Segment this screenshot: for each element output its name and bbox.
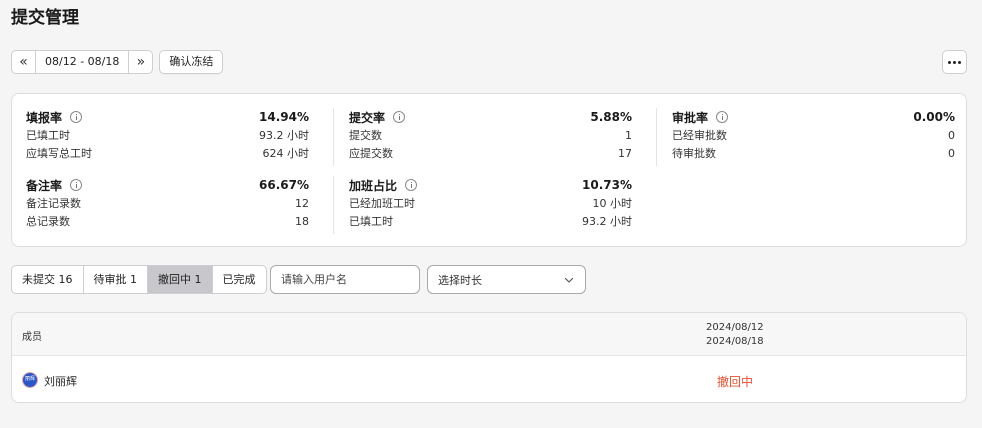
date-navigator: « 08/12 - 08/18 » [11, 50, 154, 74]
toolbar: « 08/12 - 08/18 » 确认冻结 [11, 50, 224, 74]
table-row[interactable]: 丽辉 刘丽辉 撤回中 [12, 356, 966, 402]
member-name: 刘丽辉 [44, 375, 77, 388]
username-search-input[interactable] [270, 265, 420, 294]
info-icon[interactable] [716, 111, 729, 123]
submission-table: 成员 2024/08/12 2024/08/18 丽辉 刘丽辉 撤回中 [11, 312, 967, 403]
duration-select[interactable]: 选择时长 [427, 265, 586, 294]
chevron-down-icon [564, 277, 574, 283]
stat-row-label: 待审批数 [672, 147, 716, 160]
stat-row-label: 已经加班工时 [349, 197, 415, 210]
more-options-button[interactable] [942, 50, 967, 74]
prev-week-icon[interactable]: « [12, 51, 36, 73]
stat-remark-rate: 备注率 66.67% 备注记录数 12 总记录数 18 [26, 176, 309, 230]
tab-withdrawing[interactable]: 撤回中 1 [148, 266, 213, 293]
info-icon[interactable] [70, 111, 83, 123]
stat-row-label: 已填工时 [26, 129, 70, 142]
page-title: 提交管理 [11, 8, 79, 28]
stats-card: 填报率 14.94% 已填工时 93.2 小时 应填写总工时 624 小时 提交率 … [11, 93, 967, 247]
stat-row-value: 0 [948, 146, 955, 160]
stat-row-label: 总记录数 [26, 215, 70, 228]
more-horizontal-icon [948, 60, 951, 64]
avatar: 丽辉 [22, 372, 38, 388]
confirm-freeze-button[interactable]: 确认冻结 [159, 50, 224, 74]
tab-completed[interactable]: 已完成 [213, 266, 266, 293]
stat-row-value: 12 [295, 196, 309, 210]
stat-row-label: 已经审批数 [672, 129, 727, 142]
stat-row-value: 17 [618, 146, 632, 160]
stat-value: 5.88% [590, 110, 632, 124]
stat-name: 提交率 [349, 110, 386, 125]
stat-row-label: 提交数 [349, 129, 382, 142]
stat-name: 加班占比 [349, 178, 398, 193]
column-header-member: 成员 [22, 332, 42, 343]
stat-value: 66.67% [259, 178, 309, 192]
table-header: 成员 2024/08/12 2024/08/18 [12, 313, 966, 356]
column-header-week: 2024/08/12 2024/08/18 [706, 321, 764, 349]
stat-row-value: 10 小时 [592, 197, 633, 210]
info-icon[interactable] [393, 111, 406, 123]
stat-row-value: 624 小时 [262, 147, 310, 160]
stat-name: 审批率 [672, 110, 709, 125]
stat-value: 14.94% [259, 110, 309, 124]
duration-select-placeholder: 选择时长 [438, 273, 482, 287]
tab-unsubmitted[interactable]: 未提交 16 [12, 266, 84, 293]
divider [333, 108, 334, 166]
stat-value: 10.73% [582, 178, 632, 192]
stat-approve-rate: 审批率 0.00% 已经审批数 0 待审批数 0 [672, 108, 955, 162]
stat-row-label: 应提交数 [349, 147, 393, 160]
status-filter-tabs: 未提交 16 待审批 1 撤回中 1 已完成 [11, 265, 267, 294]
divider [333, 176, 334, 234]
info-icon[interactable] [405, 179, 418, 191]
column-header-date-end: 2024/08/18 [706, 336, 764, 347]
stat-name: 填报率 [26, 110, 63, 125]
info-icon[interactable] [70, 179, 83, 191]
stat-row-value: 0 [948, 128, 955, 142]
stat-row-value: 93.2 小时 [259, 129, 309, 142]
tab-pending-approval[interactable]: 待审批 1 [84, 266, 148, 293]
divider [656, 108, 657, 166]
stat-value: 0.00% [913, 110, 955, 124]
stat-row-label: 应填写总工时 [26, 147, 92, 160]
status-badge[interactable]: 撤回中 [717, 373, 753, 390]
stat-overtime-ratio: 加班占比 10.73% 已经加班工时 10 小时 已填工时 93.2 小时 [349, 176, 632, 230]
stat-fill-rate: 填报率 14.94% 已填工时 93.2 小时 应填写总工时 624 小时 [26, 108, 309, 162]
stat-name: 备注率 [26, 178, 63, 193]
stat-row-label: 备注记录数 [26, 197, 81, 210]
stat-submit-rate: 提交率 5.88% 提交数 1 应提交数 17 [349, 108, 632, 162]
stat-row-value: 1 [625, 128, 632, 142]
stat-row-label: 已填工时 [349, 215, 393, 228]
next-week-icon[interactable]: » [128, 51, 152, 73]
date-range-label[interactable]: 08/12 - 08/18 [36, 51, 128, 73]
stat-row-value: 93.2 小时 [582, 215, 632, 228]
column-header-date-start: 2024/08/12 [706, 322, 764, 333]
stat-row-value: 18 [295, 214, 309, 228]
